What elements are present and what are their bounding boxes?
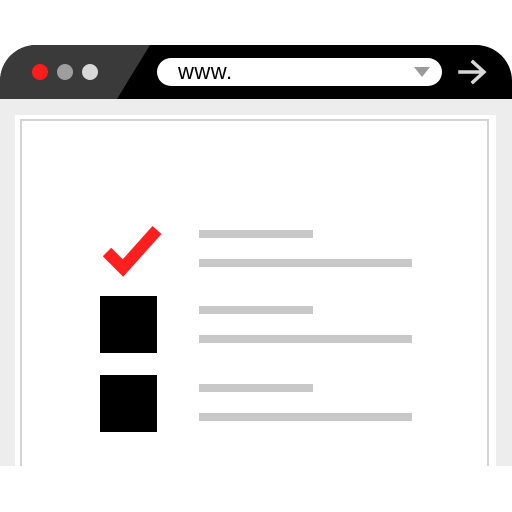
close-dot-icon[interactable] xyxy=(32,64,48,80)
checkbox-icon[interactable] xyxy=(100,296,157,353)
placeholder-line xyxy=(199,413,412,421)
placeholder-line xyxy=(199,335,412,343)
minimize-dot-icon[interactable] xyxy=(57,64,73,80)
checkbox-icon[interactable] xyxy=(100,375,157,432)
checklist-item xyxy=(15,296,496,356)
placeholder-line xyxy=(199,230,313,238)
arrow-right-icon[interactable] xyxy=(458,59,488,85)
titlebar-controls-area xyxy=(0,45,150,99)
browser-titlebar: www. xyxy=(0,45,512,99)
maximize-dot-icon[interactable] xyxy=(82,64,98,80)
page-content xyxy=(15,115,496,466)
checkmark-icon[interactable] xyxy=(103,222,163,282)
browser-illustration: www. xyxy=(0,0,512,512)
checklist-item xyxy=(15,375,496,435)
address-bar-text: www. xyxy=(178,59,233,84)
placeholder-line xyxy=(199,306,313,314)
checklist-item xyxy=(15,222,496,282)
browser-window: www. xyxy=(0,45,512,466)
chevron-down-icon[interactable] xyxy=(414,67,430,77)
placeholder-line xyxy=(199,384,313,392)
address-bar[interactable]: www. xyxy=(157,58,442,86)
placeholder-line xyxy=(199,259,412,267)
